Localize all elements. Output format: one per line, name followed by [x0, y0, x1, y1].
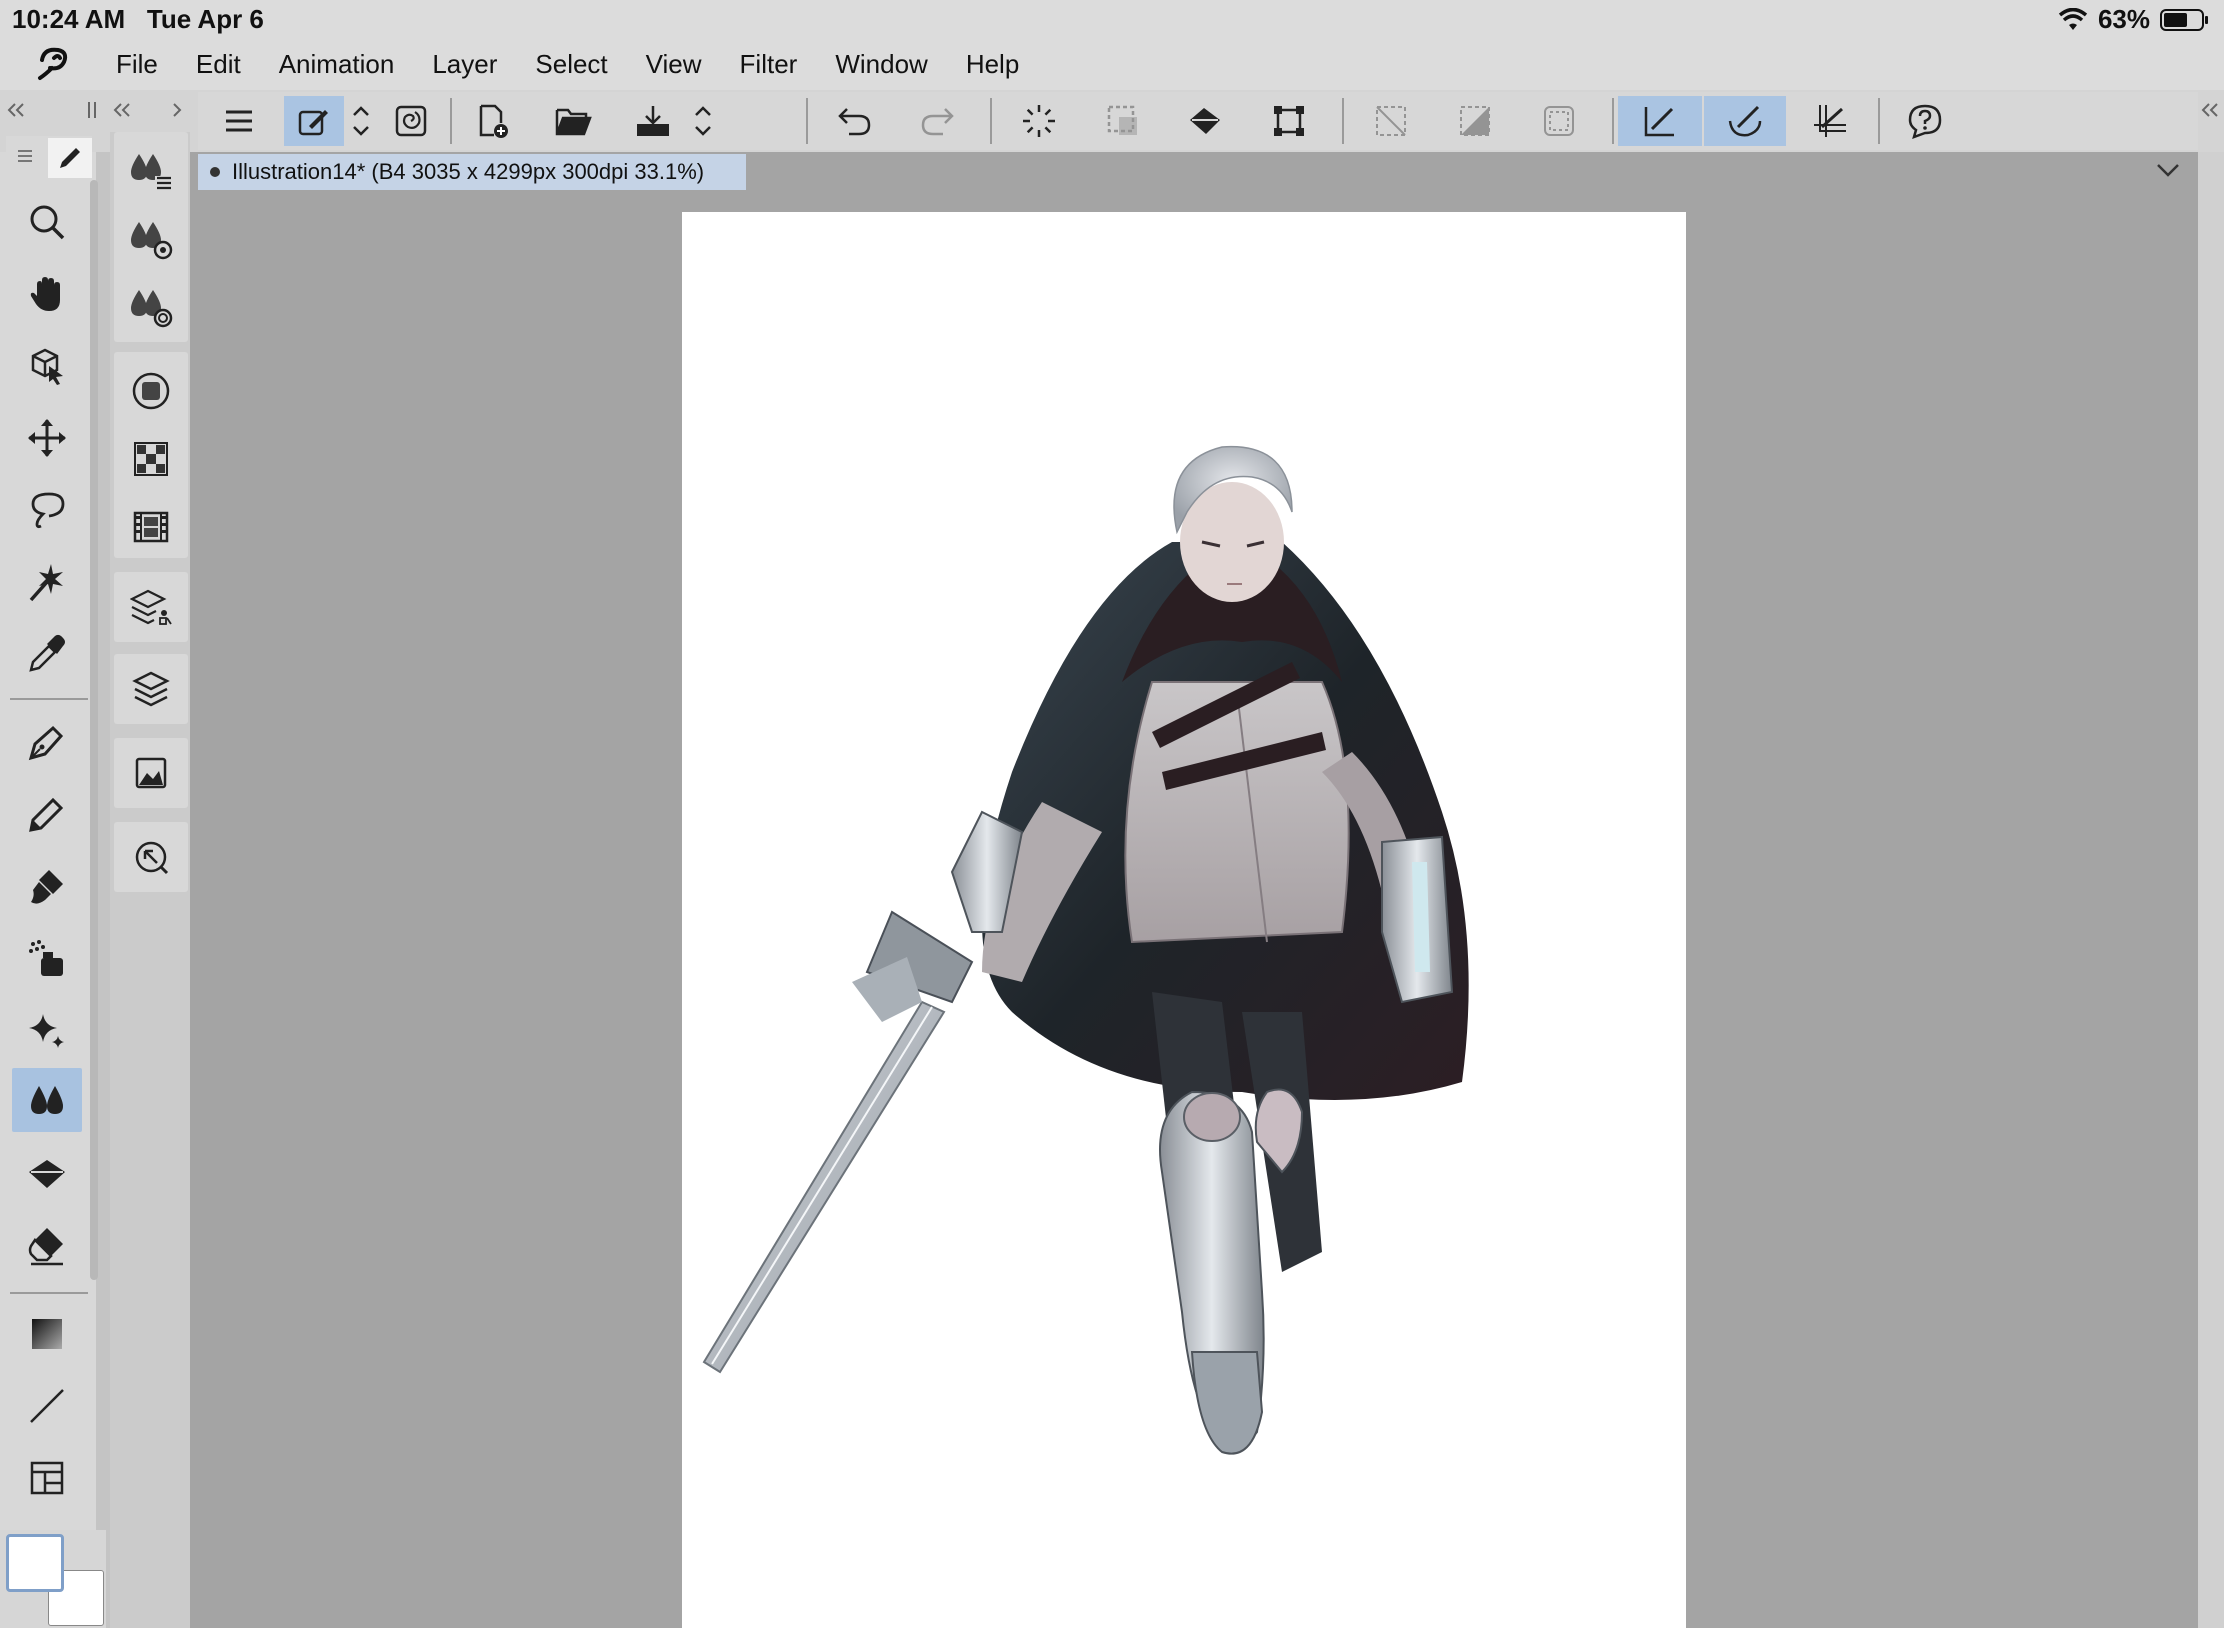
- invert-selection-icon[interactable]: [1448, 96, 1502, 146]
- expand-right-icon[interactable]: [170, 100, 184, 120]
- new-file-icon[interactable]: [466, 96, 520, 146]
- brush-icon[interactable]: [12, 854, 82, 918]
- navigator-icon[interactable]: [114, 738, 188, 808]
- document-tab[interactable]: Illustration14* (B4 3035 x 4299px 300dpi…: [198, 154, 746, 190]
- status-time: 10:24 AM Tue Apr 6: [12, 4, 264, 34]
- status-right: 63%: [2058, 4, 2208, 35]
- collapse-right-icon[interactable]: [2200, 100, 2220, 120]
- hand-icon[interactable]: [12, 262, 82, 326]
- color-circle-icon[interactable]: [114, 356, 188, 426]
- transform-icon[interactable]: [1262, 96, 1316, 146]
- menu-bar: File Edit Animation Layer Select View Fi…: [0, 38, 2224, 90]
- spiral-icon[interactable]: [384, 96, 438, 146]
- gradient-icon[interactable]: [12, 1302, 82, 1366]
- help-icon[interactable]: [1898, 96, 1952, 146]
- layer-property-icon[interactable]: [114, 572, 188, 642]
- snap-curve-icon[interactable]: [1704, 96, 1786, 146]
- redo-icon[interactable]: [910, 96, 964, 146]
- menu-view[interactable]: View: [646, 49, 702, 80]
- lasso-icon[interactable]: [12, 478, 82, 542]
- loading-spinner-icon[interactable]: [1012, 96, 1066, 146]
- tool-palette-header: [6, 136, 92, 180]
- 3d-object-icon[interactable]: [12, 334, 82, 398]
- menu-file[interactable]: File: [116, 49, 158, 80]
- timeline-icon[interactable]: [114, 492, 188, 562]
- menu-items: File Edit Animation Layer Select View Fi…: [116, 38, 1019, 90]
- crop-selection-icon[interactable]: [1532, 96, 1586, 146]
- document-title: Illustration14* (B4 3035 x 4299px 300dpi…: [232, 159, 705, 184]
- frame-icon[interactable]: [12, 1446, 82, 1510]
- search-icon[interactable]: [114, 822, 188, 892]
- menu-window[interactable]: Window: [835, 49, 927, 80]
- line-icon[interactable]: [12, 1374, 82, 1438]
- fill-bucket-icon[interactable]: [1178, 96, 1232, 146]
- pencil-icon[interactable]: [12, 782, 82, 846]
- app-logo-icon[interactable]: [32, 44, 74, 84]
- deselect-icon[interactable]: [1364, 96, 1418, 146]
- battery-percent: 63%: [2097, 4, 2150, 34]
- snap-ruler-icon[interactable]: [1618, 96, 1702, 146]
- pen-tab-icon: [60, 148, 80, 168]
- save-download-icon[interactable]: [626, 96, 680, 146]
- menu-layer[interactable]: Layer: [432, 49, 497, 80]
- command-bar: [198, 92, 2198, 150]
- eyedropper-icon[interactable]: [12, 622, 82, 686]
- menu-edit[interactable]: Edit: [196, 49, 241, 80]
- pen-icon[interactable]: [12, 710, 82, 774]
- main-color-swatch[interactable]: [6, 1534, 64, 1592]
- eraser-icon[interactable]: [12, 1214, 82, 1278]
- battery-icon: [2160, 8, 2208, 31]
- chevron-down-icon[interactable]: [2154, 158, 2182, 182]
- menu-icon[interactable]: [212, 96, 266, 146]
- up-down-chevron-icon[interactable]: [344, 96, 378, 146]
- tool-scrollbar[interactable]: [90, 180, 98, 1280]
- open-folder-icon[interactable]: [546, 96, 600, 146]
- magic-wand-icon[interactable]: [12, 550, 82, 614]
- menu-filter[interactable]: Filter: [740, 49, 798, 80]
- move-icon[interactable]: [12, 406, 82, 470]
- fill-icon[interactable]: [12, 1142, 82, 1206]
- sub-tool-icon[interactable]: [284, 96, 344, 146]
- blend-target-icon[interactable]: [114, 272, 188, 342]
- airbrush-icon[interactable]: [12, 926, 82, 990]
- color-set-icon[interactable]: [114, 424, 188, 494]
- undo-icon[interactable]: [828, 96, 882, 146]
- zoom-icon[interactable]: [12, 190, 82, 254]
- layers-icon[interactable]: [114, 654, 188, 724]
- right-panel-edge: [2198, 152, 2224, 1628]
- wifi-icon: [2058, 7, 2088, 30]
- menu-select[interactable]: Select: [535, 49, 607, 80]
- select-dotted-icon[interactable]: [1096, 96, 1150, 146]
- palette-menu-icon[interactable]: [16, 148, 34, 164]
- blend-settings-icon[interactable]: [114, 204, 188, 274]
- blend-list-icon[interactable]: [114, 136, 188, 206]
- menu-help[interactable]: Help: [966, 49, 1019, 80]
- palette-gap: [96, 152, 110, 1628]
- decoration-icon[interactable]: [12, 998, 82, 1062]
- unsaved-dot-icon: [210, 167, 220, 177]
- up-down-chevron-icon[interactable]: [686, 96, 720, 146]
- pen-tab[interactable]: [48, 138, 92, 178]
- grip-icon[interactable]: [86, 100, 98, 120]
- snap-grid-icon[interactable]: [1788, 96, 1872, 146]
- menu-animation[interactable]: Animation: [279, 49, 395, 80]
- blend-icon[interactable]: [12, 1068, 82, 1132]
- artwork-canvas[interactable]: [682, 212, 1686, 1628]
- collapse-left-icon[interactable]: [6, 100, 26, 120]
- status-bar: 10:24 AM Tue Apr 6 63%: [0, 0, 2224, 38]
- artwork-illustration: [702, 445, 1469, 1455]
- collapse-left-icon[interactable]: [112, 100, 132, 120]
